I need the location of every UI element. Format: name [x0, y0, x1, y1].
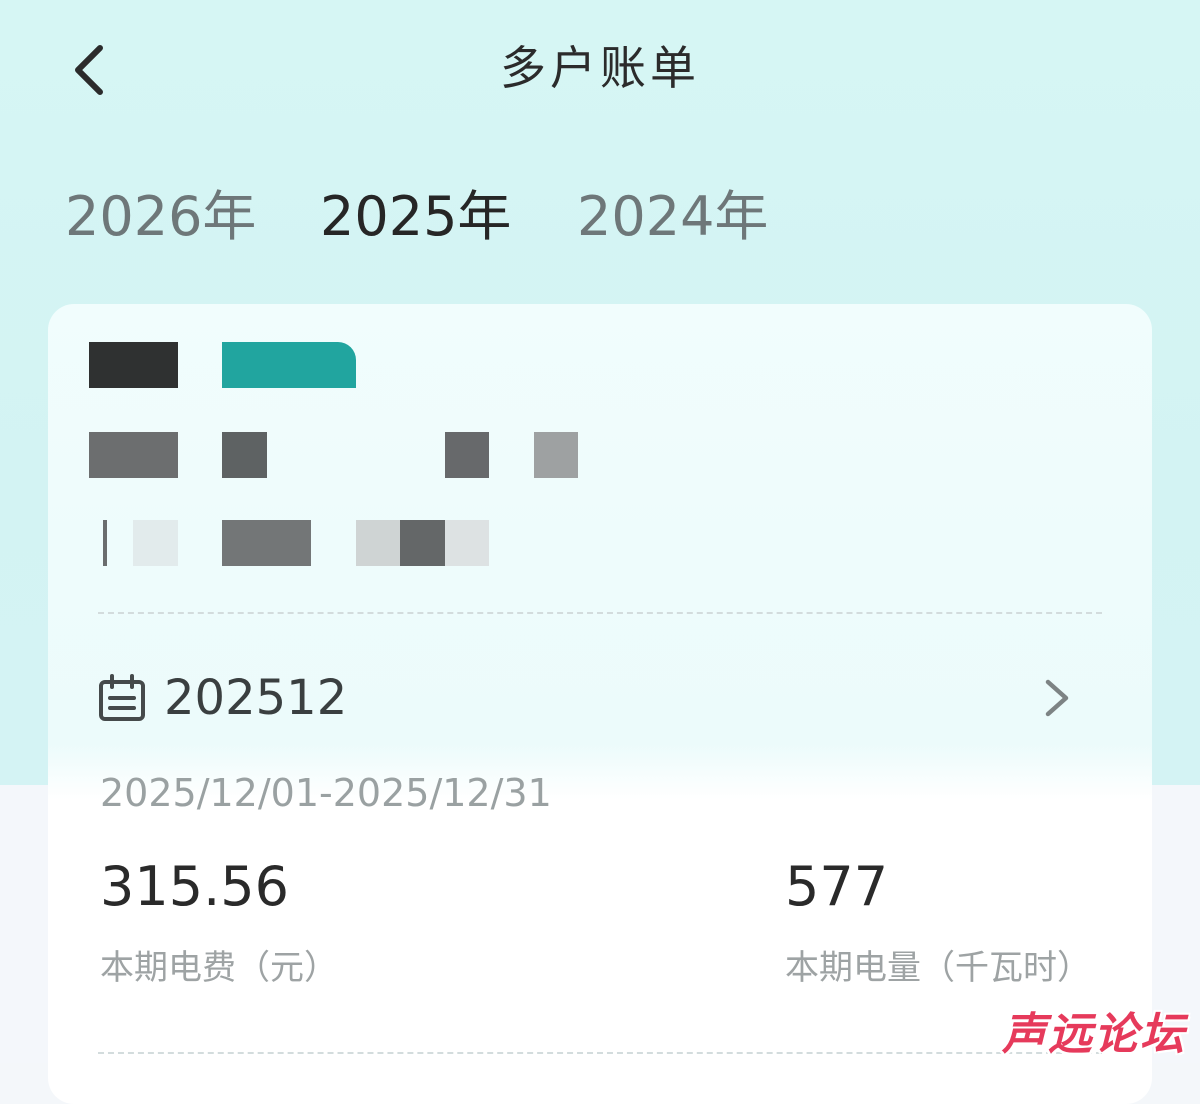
fee-amount: 315.56 [100, 855, 289, 918]
divider [98, 1052, 1102, 1054]
bill-date-range: 2025/12/01-2025/12/31 [100, 771, 552, 815]
bill-card[interactable]: 202512 2025/12/01-2025/12/31 315.56 本期电费… [48, 304, 1152, 1104]
chevron-right-icon [1045, 679, 1069, 717]
forum-watermark: 声远论坛 [1002, 1009, 1186, 1060]
fee-label: 本期电费（元） [100, 948, 338, 988]
divider [98, 612, 1102, 614]
calendar-icon [99, 674, 145, 721]
tab-year-2024[interactable]: 2024年 [577, 182, 777, 252]
tab-year-2025[interactable]: 2025年 [320, 182, 577, 252]
page-title: 多户账单 [500, 41, 700, 95]
bill-period-row[interactable]: 202512 [98, 668, 1102, 728]
bill-period: 202512 [164, 670, 348, 726]
usage-amount: 577 [785, 855, 889, 918]
tab-year-2026[interactable]: 2026年 [65, 182, 320, 252]
usage-label: 本期电量（千瓦时） [785, 948, 1091, 988]
year-tabs: 2026年 2025年 2024年 [65, 182, 777, 252]
